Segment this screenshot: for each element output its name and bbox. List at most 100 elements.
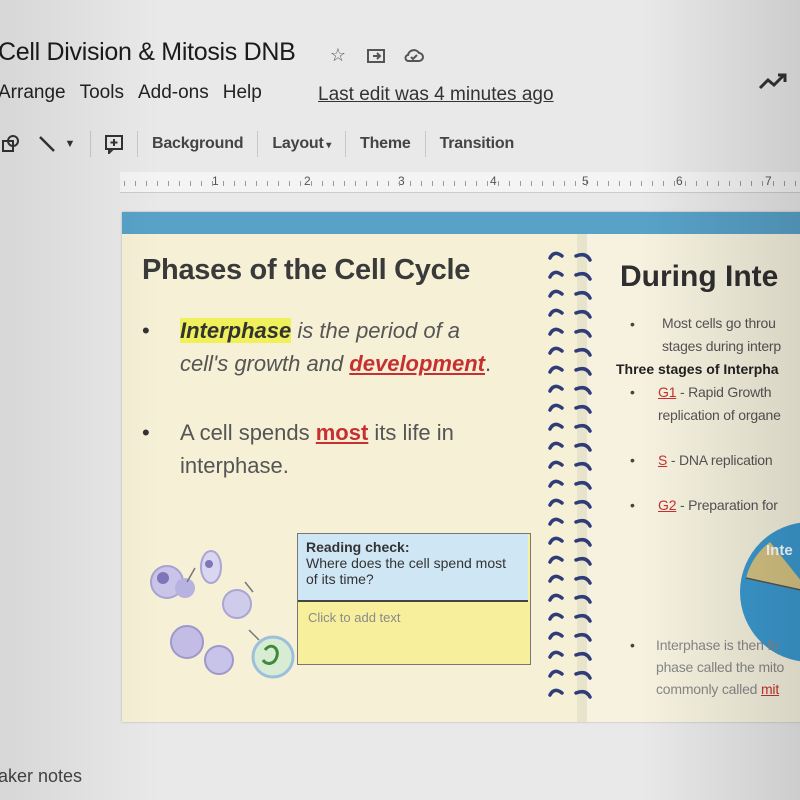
ruler-tick [432,181,433,186]
ruler-tick [707,181,708,186]
ruler-tick [311,181,312,186]
spiral-coil-left [548,441,564,450]
ruler-tick [388,181,389,186]
slide-canvas[interactable]: Phases of the Cell Cycle • Interphase is… [122,212,800,722]
ruler-tick [465,181,466,186]
layout-label: Layout [272,135,324,152]
s-text: - DNA replication [667,452,773,468]
ruler-tick [190,181,191,186]
ruler-tick [454,181,455,186]
g1-label: G1 [658,384,677,400]
right-page-title[interactable]: During Inte [620,260,778,294]
spiral-coil-left [548,517,564,526]
theme-button[interactable]: Theme [358,131,413,157]
spiral-coil-right [574,499,592,509]
s-line: S - DNA replication [658,452,773,468]
ruler-tick [278,181,279,186]
bullet-dot: • [142,318,150,343]
spiral-coil-right [574,537,592,547]
g1-text: - Rapid Growth [676,384,772,400]
menu-arrange[interactable]: Arrange [0,80,66,106]
ruler-tick [146,181,147,186]
menu-help[interactable]: Help [223,80,262,106]
folder-move-icon[interactable] [366,45,386,65]
ruler-tick [773,181,774,186]
ruler-tick [223,181,224,186]
spiral-coil-left [548,536,564,545]
background-button[interactable]: Background [150,131,245,157]
menu-add-ons[interactable]: Add-ons [138,80,209,106]
document-title[interactable]: Cell Division & Mitosis DNB [0,38,296,67]
ruler-number: 6 [676,174,683,188]
ruler-tick [619,181,620,186]
notebook-spiral [548,251,592,699]
spiral-coil-right [574,252,592,262]
s-label: S [658,452,668,468]
ruler-tick [179,181,180,186]
shape-tool-icon[interactable] [0,129,24,159]
transition-button[interactable]: Transition [438,131,516,157]
spiral-coil-right [574,518,592,528]
mitosis-link: mit [760,681,780,697]
bottom-line1: Interphase is then fo [656,637,779,653]
layout-button[interactable]: Layout ▾ [270,131,333,157]
spiral-coil-right [574,423,592,433]
pie-label: Inte [766,542,793,559]
title-icons: ☆ [328,45,424,65]
speaker-notes-label[interactable]: aker notes [0,766,82,787]
last-edit-link[interactable]: Last edit was 4 minutes ago [318,84,554,106]
ruler-tick [795,181,796,186]
spiral-coil-right [574,271,592,281]
activity-trend-icon[interactable] [758,72,790,97]
menu-tools[interactable]: Tools [80,80,124,106]
ruler-tick [597,181,598,186]
ruler-tick [366,181,367,186]
bullet-dot: • [630,637,635,653]
spiral-coil-left [548,403,564,412]
bullet-dot: • [630,384,635,400]
toolbar-divider [424,131,426,157]
bottom-line3-text: commonly called [656,681,761,697]
interphase-term: Interphase [180,318,292,343]
spiral-coil-left [548,308,564,317]
ruler-tick [157,181,158,186]
spiral-coil-left [548,555,564,564]
ruler-tick [212,181,213,186]
line-tool-icon[interactable] [34,129,62,159]
ruler-tick [685,181,686,186]
ruler-tick [718,181,719,186]
ruler-tick [520,181,521,186]
development-link: development [349,351,485,376]
spiral-coil-right [574,404,592,414]
answer-placeholder[interactable]: Click to add text [308,610,401,625]
star-icon[interactable]: ☆ [328,45,348,65]
ruler-tick [377,181,378,186]
ruler-tick [641,181,642,186]
ruler-tick [762,181,763,186]
reading-check-box[interactable]: Reading check: Where does the cell spend… [297,533,531,665]
chevron-down-icon[interactable]: ▼ [62,129,78,159]
ruler-tick [410,181,411,186]
reading-check-text: Where does the cell spend most of its ti… [306,555,506,587]
ruler-tick [443,181,444,186]
add-comment-icon[interactable] [103,129,125,159]
stages-heading: Three stages of Interpha [616,361,779,377]
ruler-tick [575,181,576,186]
spiral-coil-left [548,498,564,507]
slide-title[interactable]: Phases of the Cell Cycle [142,254,470,287]
ruler-tick [740,181,741,186]
ruler-tick [564,181,565,186]
horizontal-ruler[interactable]: 1 2 3 4 5 6 7 [120,172,800,193]
ruler-number: 4 [490,174,497,188]
ruler-tick [630,181,631,186]
ruler-tick [399,181,400,186]
ruler-number: 1 [212,174,219,188]
toolbar-divider [345,131,347,157]
spiral-coil-right [574,309,592,319]
cloud-icon[interactable] [404,45,424,65]
ruler-tick [586,181,587,186]
ruler-tick [674,181,675,186]
spiral-coil-right [574,461,592,471]
spiral-coil-right [574,613,592,623]
ruler-tick [696,181,697,186]
